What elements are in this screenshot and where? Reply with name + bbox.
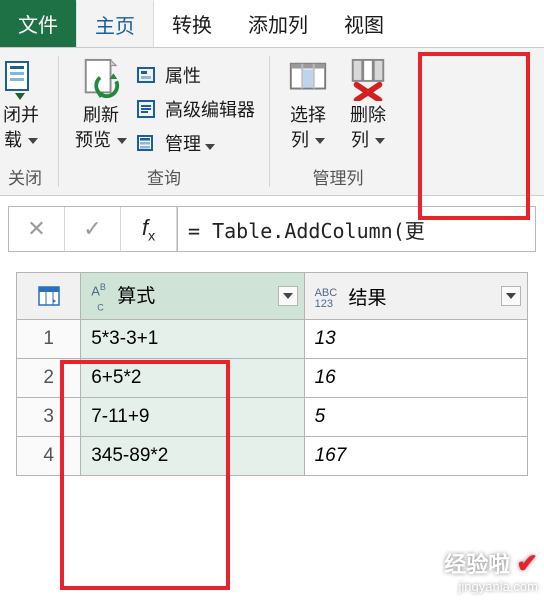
tab-file-label: 文件 <box>18 9 58 38</box>
advanced-editor-icon <box>135 98 157 120</box>
formula-text: = Table.AddColumn(更 <box>188 215 425 244</box>
watermark-url: jingyanla.com <box>444 579 538 594</box>
refresh-label-1: 刷新 <box>83 104 119 127</box>
table-row[interactable]: 3 7-11+9 5 <box>17 398 528 437</box>
ribbon-separator <box>58 56 59 187</box>
table-row[interactable]: 4 345-89*2 167 <box>17 437 528 476</box>
column-header-result[interactable]: ABC123 结果 <box>304 273 527 320</box>
formula-input[interactable]: = Table.AddColumn(更 <box>177 207 535 251</box>
any-type-icon: ABC123 <box>315 288 338 309</box>
tab-add-column-label: 添加列 <box>248 9 308 38</box>
column-header-formula[interactable]: ABC 算式 <box>81 273 304 320</box>
ribbon-group-query: 刷新 预览 属性 高级编辑器 <box>61 48 267 195</box>
manage-icon <box>135 132 157 154</box>
ribbon-group-columns: 选择 列 删除 列 <box>272 48 404 195</box>
remove-columns-label-1: 删除 <box>350 104 386 127</box>
group-label-columns: 管理列 <box>313 158 364 195</box>
properties-button[interactable]: 属性 <box>135 60 255 90</box>
advanced-editor-button[interactable]: 高级编辑器 <box>135 94 255 124</box>
row-number: 3 <box>17 398 81 437</box>
refresh-label-2: 预览 <box>75 129 111 152</box>
text-type-icon: ABC <box>91 283 106 312</box>
group-label-query: 查询 <box>147 158 181 195</box>
cell-formula: 7-11+9 <box>81 398 304 437</box>
filter-dropdown-icon[interactable] <box>278 286 298 306</box>
properties-label: 属性 <box>165 62 201 88</box>
data-grid: ABC 算式 ABC123 结果 1 5*3-3+1 13 <box>8 272 536 476</box>
watermark-check-icon: ✔ <box>516 548 538 579</box>
tab-file[interactable]: 文件 <box>0 0 76 47</box>
cell-result: 5 <box>304 398 527 437</box>
refresh-preview-button[interactable]: 刷新 预览 <box>67 52 135 151</box>
formula-confirm-button[interactable]: ✓ <box>65 207 121 251</box>
table-corner[interactable] <box>17 273 81 320</box>
tab-home-label: 主页 <box>95 10 135 39</box>
manage-label: 管理 <box>165 134 201 154</box>
tab-add-column[interactable]: 添加列 <box>230 0 326 47</box>
close-and-load-button[interactable]: 闭并 载 <box>0 52 50 151</box>
manage-button[interactable]: 管理 <box>135 128 255 158</box>
row-number: 1 <box>17 320 81 359</box>
row-number: 2 <box>17 359 81 398</box>
advanced-editor-label: 高级编辑器 <box>165 96 255 122</box>
menu-bar: 文件 主页 转换 添加列 视图 <box>0 0 544 48</box>
close-load-label-1: 闭并 <box>3 104 39 127</box>
table-icon <box>17 273 80 319</box>
cell-result: 16 <box>304 359 527 398</box>
cell-formula: 5*3-3+1 <box>81 320 304 359</box>
choose-columns-label-2: 列 <box>291 129 309 152</box>
column-header-result-label: 结果 <box>349 288 387 309</box>
formula-fx-button[interactable]: fx <box>121 207 177 251</box>
table-row[interactable]: 2 6+5*2 16 <box>17 359 528 398</box>
close-load-label-2: 载 <box>4 129 22 152</box>
tab-view-label: 视图 <box>344 9 384 38</box>
formula-cancel-button[interactable]: ✕ <box>9 207 65 251</box>
choose-columns-label-1: 选择 <box>290 104 326 127</box>
confirm-check-icon: ✓ <box>83 216 101 242</box>
filter-dropdown-icon[interactable] <box>501 286 521 306</box>
group-label-close: 关闭 <box>8 158 42 195</box>
tab-home[interactable]: 主页 <box>76 0 154 47</box>
choose-columns-icon <box>287 56 329 102</box>
ribbon: 闭并 载 关闭 <box>0 48 544 196</box>
choose-columns-button[interactable]: 选择 列 <box>278 52 338 151</box>
tab-transform[interactable]: 转换 <box>154 0 230 47</box>
formula-bar: ✕ ✓ fx = Table.AddColumn(更 <box>8 206 536 252</box>
table-row[interactable]: 1 5*3-3+1 13 <box>17 320 528 359</box>
refresh-icon <box>80 56 122 102</box>
ribbon-group-close: 闭并 载 关闭 <box>0 48 56 195</box>
ribbon-row: 闭并 载 关闭 <box>0 48 544 195</box>
cell-result: 13 <box>304 320 527 359</box>
remove-columns-button[interactable]: 删除 列 <box>338 52 398 151</box>
query-mini-buttons: 属性 高级编辑器 管理 <box>135 52 261 158</box>
power-query-table: ABC 算式 ABC123 结果 1 5*3-3+1 13 <box>16 272 528 476</box>
row-number: 4 <box>17 437 81 476</box>
cancel-x-icon: ✕ <box>27 216 45 242</box>
column-header-formula-label: 算式 <box>117 286 155 307</box>
properties-icon <box>135 64 157 86</box>
watermark-text: 经验啦 <box>444 547 510 579</box>
content-area: ✕ ✓ fx = Table.AddColumn(更 ABC <box>0 196 544 476</box>
cell-result: 167 <box>304 437 527 476</box>
close-load-icon <box>0 56 42 102</box>
remove-columns-icon <box>347 56 389 102</box>
remove-columns-label-2: 列 <box>351 129 369 152</box>
cell-formula: 345-89*2 <box>81 437 304 476</box>
tab-view[interactable]: 视图 <box>326 0 402 47</box>
fx-icon: fx <box>142 215 155 243</box>
cell-formula: 6+5*2 <box>81 359 304 398</box>
watermark: 经验啦 ✔ jingyanla.com <box>444 547 538 594</box>
tab-transform-label: 转换 <box>172 9 212 38</box>
ribbon-separator <box>269 56 270 187</box>
